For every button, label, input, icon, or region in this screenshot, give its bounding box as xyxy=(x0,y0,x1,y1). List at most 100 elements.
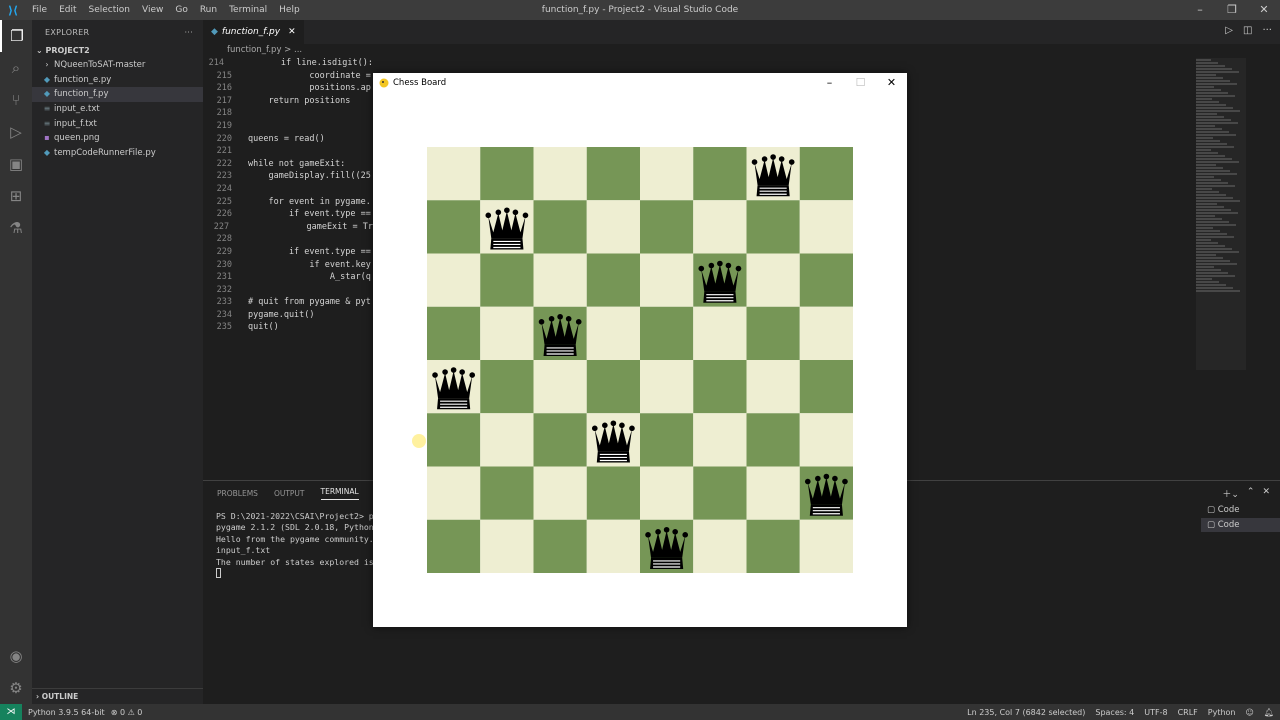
board-square[interactable] xyxy=(693,147,747,201)
file-item-function-e[interactable]: ◆ function_e.py xyxy=(32,73,203,88)
board-square[interactable] xyxy=(480,253,534,307)
board-square[interactable] xyxy=(427,519,481,573)
code-line[interactable]: 222 while not gameExit: xyxy=(203,158,373,171)
account-icon[interactable]: ◉ xyxy=(0,640,32,672)
board-square[interactable] xyxy=(746,200,800,254)
code-line[interactable]: 220 queens = read() xyxy=(203,133,373,146)
feedback-icon[interactable]: ☺ xyxy=(1246,708,1254,717)
menu-file[interactable]: File xyxy=(26,5,53,15)
board-square[interactable] xyxy=(693,466,747,520)
board-square[interactable] xyxy=(533,519,587,573)
minimize-icon[interactable]: – xyxy=(814,73,845,93)
board-square[interactable] xyxy=(640,466,694,520)
code-line[interactable]: 217 return positions xyxy=(203,95,373,108)
menu-edit[interactable]: Edit xyxy=(53,5,82,15)
board-square[interactable] xyxy=(480,147,534,201)
cursor-position[interactable]: Ln 235, Col 7 (6842 selected) xyxy=(967,708,1085,717)
board-square[interactable] xyxy=(427,200,481,254)
more-actions-icon[interactable]: ··· xyxy=(1262,25,1272,36)
board-square[interactable] xyxy=(533,253,587,307)
board-square[interactable] xyxy=(427,306,481,360)
close-icon[interactable]: ✕ xyxy=(1248,0,1280,20)
code-line[interactable]: 218 xyxy=(203,107,373,120)
board-square[interactable] xyxy=(533,147,587,201)
board-square[interactable] xyxy=(586,253,640,307)
menu-terminal[interactable]: Terminal xyxy=(223,5,273,15)
code-line[interactable]: 226 if event.type == xyxy=(203,208,373,221)
board-square[interactable] xyxy=(533,413,587,467)
close-icon[interactable]: ✕ xyxy=(876,73,907,93)
board-square[interactable] xyxy=(586,466,640,520)
code-line[interactable]: 228 xyxy=(203,233,373,246)
line-ending[interactable]: CRLF xyxy=(1178,708,1198,717)
board-square[interactable] xyxy=(586,360,640,414)
encoding[interactable]: UTF-8 xyxy=(1144,708,1167,717)
board-square[interactable] xyxy=(640,413,694,467)
remote-indicator-icon[interactable]: ⋊ xyxy=(0,704,22,720)
board-square[interactable] xyxy=(586,519,640,573)
code-line[interactable]: 235 quit() xyxy=(203,321,373,334)
indentation[interactable]: Spaces: 4 xyxy=(1095,708,1134,717)
board-square[interactable] xyxy=(427,466,481,520)
menu-run[interactable]: Run xyxy=(194,5,223,15)
code-line[interactable]: 230 if event.key xyxy=(203,259,373,272)
code-line[interactable]: 219 xyxy=(203,120,373,133)
board-square[interactable] xyxy=(480,306,534,360)
code-lines[interactable]: 214 if line.isdigit(): 215 coordinate = 21… xyxy=(203,57,373,334)
file-item-input-f[interactable]: ≡ input_f.txt xyxy=(32,117,203,132)
code-line[interactable]: 224 xyxy=(203,183,373,196)
file-item-tempcoderunnerfile[interactable]: ◆ tempCodeRunnerFile.py xyxy=(32,146,203,161)
board-square[interactable] xyxy=(427,147,481,201)
breadcrumb[interactable]: function_f.py > ... xyxy=(203,44,1280,57)
outline-section[interactable]: › OUTLINE xyxy=(32,688,203,704)
board-square[interactable] xyxy=(693,306,747,360)
code-line[interactable]: 221 xyxy=(203,145,373,158)
chess-board[interactable] xyxy=(427,147,853,573)
gear-icon[interactable]: ⚙ xyxy=(0,672,32,704)
board-square[interactable] xyxy=(480,360,534,414)
menu-help[interactable]: Help xyxy=(273,5,306,15)
project-folder[interactable]: ⌄ PROJECT2 xyxy=(32,44,203,58)
remote-explorer-icon[interactable]: ▣ xyxy=(0,148,32,180)
code-line[interactable]: 223 gameDisplay.fill((25 xyxy=(203,170,373,183)
board-square[interactable] xyxy=(746,360,800,414)
new-terminal-icon[interactable]: ＋⌄ xyxy=(1222,487,1239,500)
chevron-up-icon[interactable]: ⌃ xyxy=(1247,487,1255,500)
code-line[interactable]: 214 if line.isdigit(): xyxy=(203,57,373,70)
code-line[interactable]: 231 A_star(q xyxy=(203,271,373,284)
tab-problems[interactable]: PROBLEMS xyxy=(217,489,258,498)
code-line[interactable]: 229 if event.type == xyxy=(203,246,373,259)
board-square[interactable] xyxy=(533,360,587,414)
board-square[interactable] xyxy=(799,253,853,307)
restore-icon[interactable]: ❐ xyxy=(1216,0,1248,20)
tab-function-f[interactable]: ◆ function_f.py ✕ xyxy=(203,20,304,44)
python-interpreter[interactable]: Python 3.9.5 64-bit xyxy=(28,708,105,717)
board-square[interactable] xyxy=(746,519,800,573)
board-square[interactable] xyxy=(427,413,481,467)
board-square[interactable] xyxy=(693,519,747,573)
close-panel-icon[interactable]: ✕ xyxy=(1262,487,1270,500)
notifications-icon[interactable]: 🔔︎ xyxy=(1264,708,1274,717)
code-line[interactable]: 233 # quit from pygame & pyt xyxy=(203,296,373,309)
board-square[interactable] xyxy=(586,306,640,360)
board-square[interactable] xyxy=(640,253,694,307)
file-item-queen-png[interactable]: ▪ queen.png xyxy=(32,131,203,146)
board-square[interactable] xyxy=(799,306,853,360)
code-line[interactable]: 234 pygame.quit() xyxy=(203,309,373,322)
run-file-icon[interactable]: ▷ xyxy=(1225,25,1233,36)
board-square[interactable] xyxy=(746,253,800,307)
minimize-icon[interactable]: – xyxy=(1184,0,1216,20)
split-editor-icon[interactable]: ◫ xyxy=(1243,25,1252,36)
close-tab-icon[interactable]: ✕ xyxy=(288,27,296,37)
board-square[interactable] xyxy=(480,413,534,467)
board-square[interactable] xyxy=(799,413,853,467)
source-control-icon[interactable]: ⑂ xyxy=(0,84,32,116)
code-line[interactable]: 216 positions.ap xyxy=(203,82,373,95)
board-square[interactable] xyxy=(480,466,534,520)
tab-output[interactable]: OUTPUT xyxy=(274,489,305,498)
board-square[interactable] xyxy=(586,200,640,254)
board-square[interactable] xyxy=(640,360,694,414)
board-square[interactable] xyxy=(586,147,640,201)
minimap[interactable] xyxy=(1196,58,1246,370)
board-square[interactable] xyxy=(693,413,747,467)
